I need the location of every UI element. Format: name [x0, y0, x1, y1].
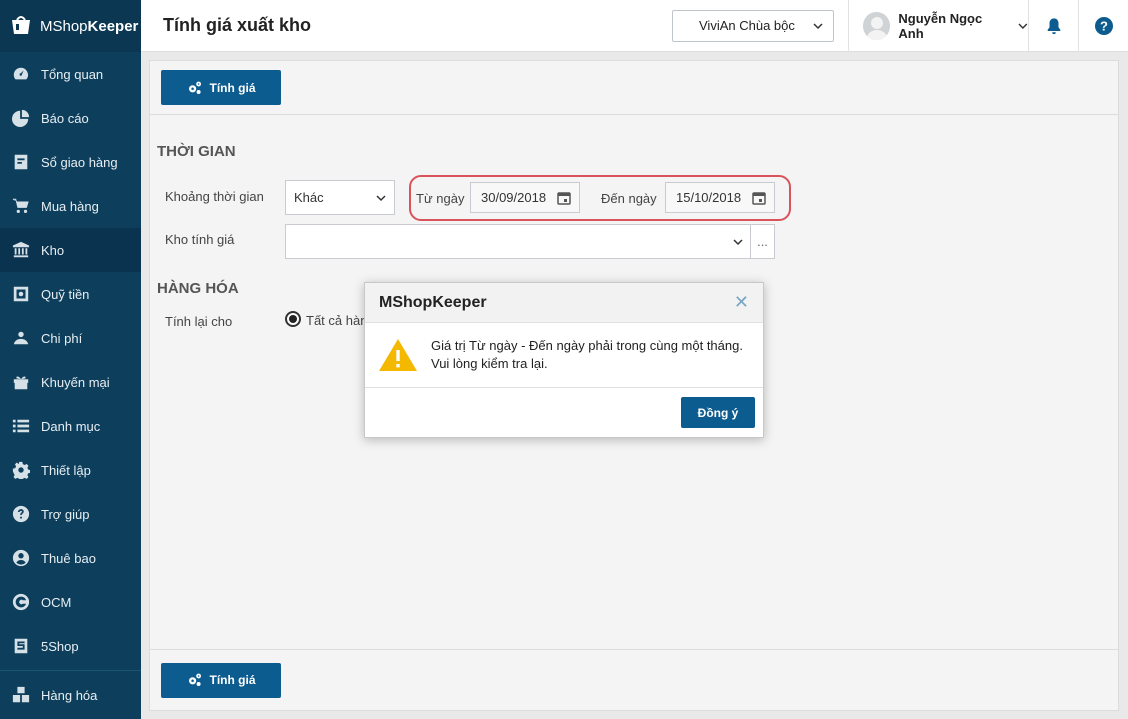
- safe-icon: [11, 284, 31, 304]
- top-toolbar: Tính giá: [150, 61, 1118, 115]
- from-date-label: Từ ngày: [416, 191, 465, 206]
- period-select[interactable]: Khác: [285, 180, 395, 215]
- dialog-title: MShopKeeper: [379, 293, 487, 311]
- notification-button[interactable]: [1028, 0, 1078, 52]
- time-section-title: THỜI GIAN: [157, 143, 236, 160]
- sidebar-item-danh-muc[interactable]: Danh mục: [0, 404, 141, 448]
- chevron-down-icon: [813, 22, 823, 29]
- to-date-label: Đến ngày: [601, 191, 657, 206]
- sidebar: MShopKeeper Tổng quan Báo cáo Sổ giao hà…: [0, 0, 141, 719]
- sidebar-item-khuyen-mai[interactable]: Khuyến mại: [0, 360, 141, 404]
- warehouse-select[interactable]: [285, 224, 751, 259]
- user-icon: [11, 548, 31, 568]
- sidebar-item-kho[interactable]: Kho: [0, 228, 141, 272]
- brand-name: MShopKeeper: [40, 17, 139, 35]
- radio-all-goods-label: Tất cả hàn: [306, 313, 368, 328]
- dialog-message: Giá trị Từ ngày - Đến ngày phải trong cù…: [431, 338, 743, 371]
- sidebar-item-ocm[interactable]: OCM: [0, 580, 141, 624]
- dialog-body: Giá trị Từ ngày - Đến ngày phải trong cù…: [365, 323, 763, 388]
- sidebar-item-mua-hang[interactable]: Mua hàng: [0, 184, 141, 228]
- header: Tính giá xuất kho ViviAn Chùa bộc Nguyễn…: [141, 0, 1128, 52]
- sidebar-item-thue-bao[interactable]: Thuê bao: [0, 536, 141, 580]
- period-label: Khoảng thời gian: [165, 189, 264, 204]
- sidebar-item-5shop[interactable]: 5Shop: [0, 624, 141, 668]
- sidebar-item-tong-quan[interactable]: Tổng quan: [0, 52, 141, 96]
- alert-dialog: MShopKeeper ✕ Giá trị Từ ngày - Đến ngày…: [364, 282, 764, 438]
- bottom-toolbar: Tính giá: [150, 649, 1118, 710]
- delivery-book-icon: [11, 152, 31, 172]
- store-select[interactable]: ViviAn Chùa bộc: [672, 9, 834, 42]
- warehouse-icon: [11, 240, 31, 260]
- to-date-input[interactable]: 15/10/2018: [665, 182, 775, 213]
- calculate-price-button-bottom[interactable]: Tính giá: [161, 662, 281, 698]
- help-icon: [11, 504, 31, 524]
- list-icon: [11, 416, 31, 436]
- warehouse-more-button[interactable]: ...: [750, 224, 775, 259]
- gears-icon: [188, 81, 201, 94]
- page-title: Tính giá xuất kho: [163, 15, 312, 35]
- logo-icon: [12, 16, 30, 34]
- brand[interactable]: MShopKeeper: [0, 0, 141, 52]
- 5shop-icon: [11, 636, 31, 656]
- calendar-icon[interactable]: [752, 191, 766, 205]
- expense-icon: [11, 328, 31, 348]
- from-date-input[interactable]: 30/09/2018: [470, 182, 580, 213]
- boxes-icon: [11, 685, 31, 705]
- dialog-footer: Đồng ý: [365, 388, 763, 437]
- sidebar-item-chi-phi[interactable]: Chi phí: [0, 316, 141, 360]
- chevron-down-icon: [1018, 23, 1028, 29]
- user-menu[interactable]: Nguyễn Ngọc Anh: [848, 0, 1028, 52]
- recalc-label: Tính lại cho: [165, 314, 233, 329]
- svg-text:?: ?: [1100, 18, 1108, 33]
- pie-chart-icon: [11, 108, 31, 128]
- warehouse-label: Kho tính giá: [165, 232, 235, 247]
- goods-section-title: HÀNG HÓA: [157, 280, 239, 297]
- ok-button[interactable]: Đồng ý: [681, 397, 755, 428]
- user-name: Nguyễn Ngọc Anh: [898, 10, 983, 41]
- sidebar-item-tro-giup[interactable]: Trợ giúp: [0, 492, 141, 536]
- cart-icon: [11, 196, 31, 216]
- chevron-down-icon: [376, 194, 386, 201]
- avatar: [863, 11, 891, 40]
- sidebar-item-bao-cao[interactable]: Báo cáo: [0, 96, 141, 140]
- bell-icon: [1047, 17, 1060, 34]
- radio-all-goods[interactable]: [285, 311, 301, 327]
- sidebar-item-quy-tien[interactable]: Quỹ tiền: [0, 272, 141, 316]
- calculate-price-button[interactable]: Tính giá: [161, 70, 281, 105]
- help-icon: ?: [1094, 16, 1113, 35]
- dialog-header: MShopKeeper ✕: [365, 283, 763, 323]
- sidebar-item-hang-hoa[interactable]: Hàng hóa: [0, 670, 141, 719]
- close-icon[interactable]: ✕: [734, 292, 749, 313]
- help-button[interactable]: ?: [1078, 0, 1128, 52]
- gift-icon: [11, 372, 31, 392]
- gears-icon: [188, 673, 201, 686]
- chevron-down-icon: [733, 238, 743, 245]
- sidebar-item-thiet-lap[interactable]: Thiết lập: [0, 448, 141, 492]
- warning-icon: [379, 339, 417, 371]
- calendar-icon[interactable]: [557, 191, 571, 205]
- dashboard-icon: [11, 64, 31, 84]
- sidebar-item-so-giao-hang[interactable]: Sổ giao hàng: [0, 140, 141, 184]
- ocm-icon: [11, 592, 31, 612]
- gear-icon: [11, 460, 31, 480]
